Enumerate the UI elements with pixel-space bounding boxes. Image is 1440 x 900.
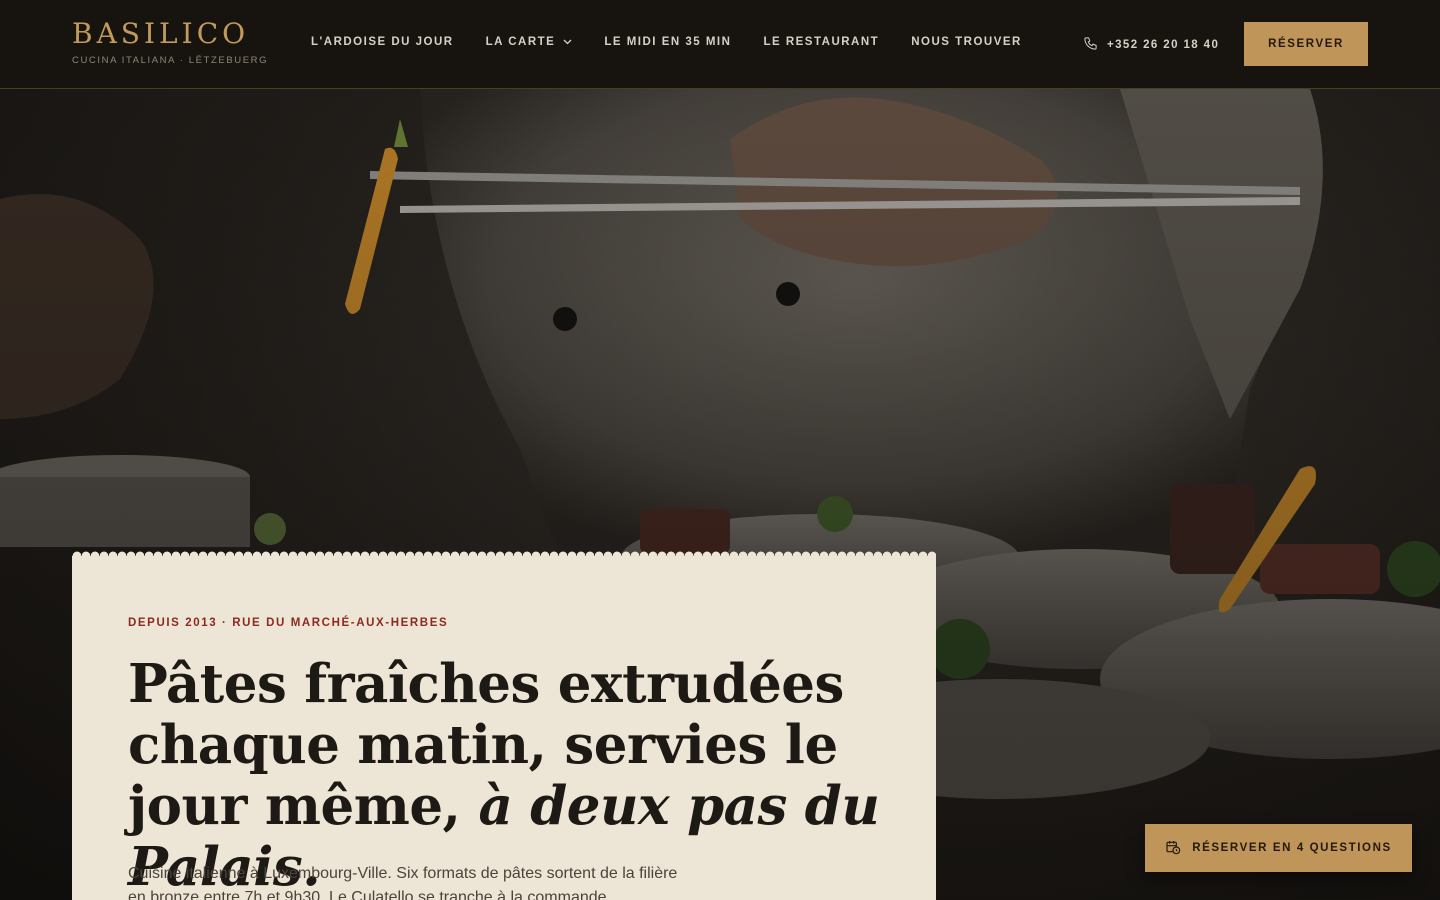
nav-item-label: NOUS TROUVER <box>911 36 1022 48</box>
nav-item-carte[interactable]: LA CARTE <box>486 36 573 48</box>
hero-card: DEPUIS 2013 · RUE DU MARCHÉ-AUX-HERBES P… <box>72 551 936 900</box>
nav-item-label: L'ARDOISE DU JOUR <box>311 36 454 48</box>
nav-item-label: LA CARTE <box>485 36 556 48</box>
brand-logo[interactable]: BASILICO CUCINA ITALIANA · LËTZEBUERG <box>72 17 269 67</box>
hero-eyebrow: DEPUIS 2013 · RUE DU MARCHÉ-AUX-HERBES <box>128 617 449 629</box>
brand-name: BASILICO <box>72 17 250 50</box>
chevron-down-icon <box>563 39 572 45</box>
calendar-clock-icon <box>1165 839 1192 858</box>
nav-item-restaurant[interactable]: LE RESTAURANT <box>763 36 879 48</box>
main-nav: L'ARDOISE DU JOUR LA CARTE LE MIDI EN 35… <box>311 36 1054 48</box>
phone-link[interactable]: +352 26 20 18 40 <box>1083 36 1219 54</box>
site-header: BASILICO CUCINA ITALIANA · LËTZEBUERG L'… <box>0 0 1440 89</box>
nav-item-label: LE MIDI EN 35 MIN <box>604 36 732 48</box>
phone-number: +352 26 20 18 40 <box>1107 39 1220 51</box>
scalloped-edge <box>72 551 936 561</box>
nav-item-label: LE RESTAURANT <box>763 36 880 48</box>
nav-item-trouver[interactable]: NOUS TROUVER <box>911 36 1022 48</box>
phone-icon <box>1083 36 1107 54</box>
hero-lede: Cuisine italienne à Luxembourg-Ville. Si… <box>128 865 678 900</box>
brand-tagline: CUCINA ITALIANA · LËTZEBUERG <box>72 55 269 66</box>
reserve-button[interactable]: RÉSERVER <box>1244 22 1368 66</box>
nav-item-ardoise[interactable]: L'ARDOISE DU JOUR <box>311 36 454 48</box>
floating-reserve-label: RÉSERVER EN 4 QUESTIONS <box>1192 842 1392 854</box>
floating-reserve-button[interactable]: RÉSERVER EN 4 QUESTIONS <box>1145 824 1412 872</box>
nav-item-midi[interactable]: LE MIDI EN 35 MIN <box>604 36 731 48</box>
